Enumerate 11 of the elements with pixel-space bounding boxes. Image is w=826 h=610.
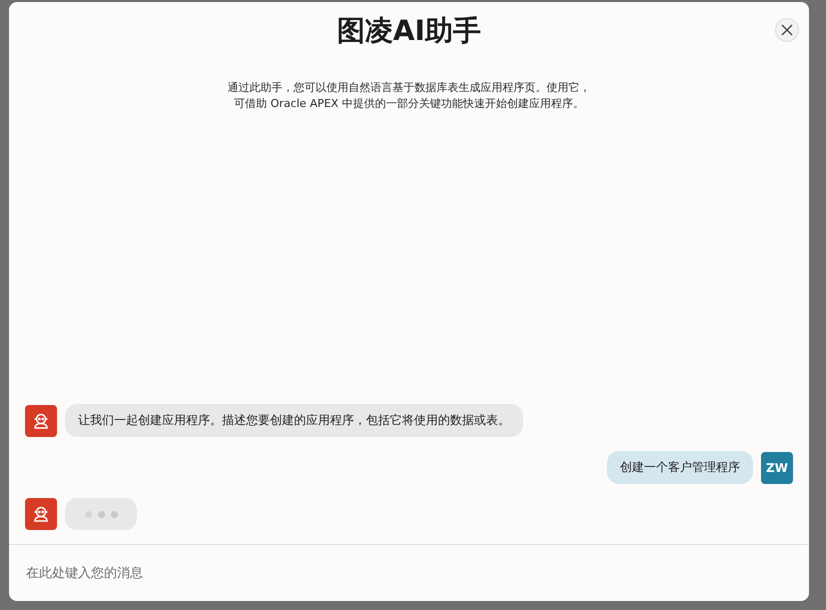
user-avatar: ZW [761, 452, 793, 484]
user-message: 创建一个客户管理程序 [607, 451, 753, 484]
robot-icon [25, 404, 57, 436]
close-icon [781, 24, 793, 36]
close-button[interactable] [775, 18, 799, 42]
assistant-message: 让我们一起创建应用程序。描述您要创建的应用程序，包括它将使用的数据或表。 [65, 404, 523, 437]
typing-indicator [65, 498, 137, 530]
message-input[interactable]: 在此处键入您的消息 [24, 564, 794, 582]
robot-icon [25, 498, 57, 530]
dialog-title: 图凌AI助手 [336, 13, 482, 49]
dialog-description: 通过此助手，您可以使用自然语言基于数据库表生成应用程序页。使用它， 可借助 Oracle APEX 中提供的一部分关键功能快速开始创建应用程序。 [228, 80, 590, 112]
